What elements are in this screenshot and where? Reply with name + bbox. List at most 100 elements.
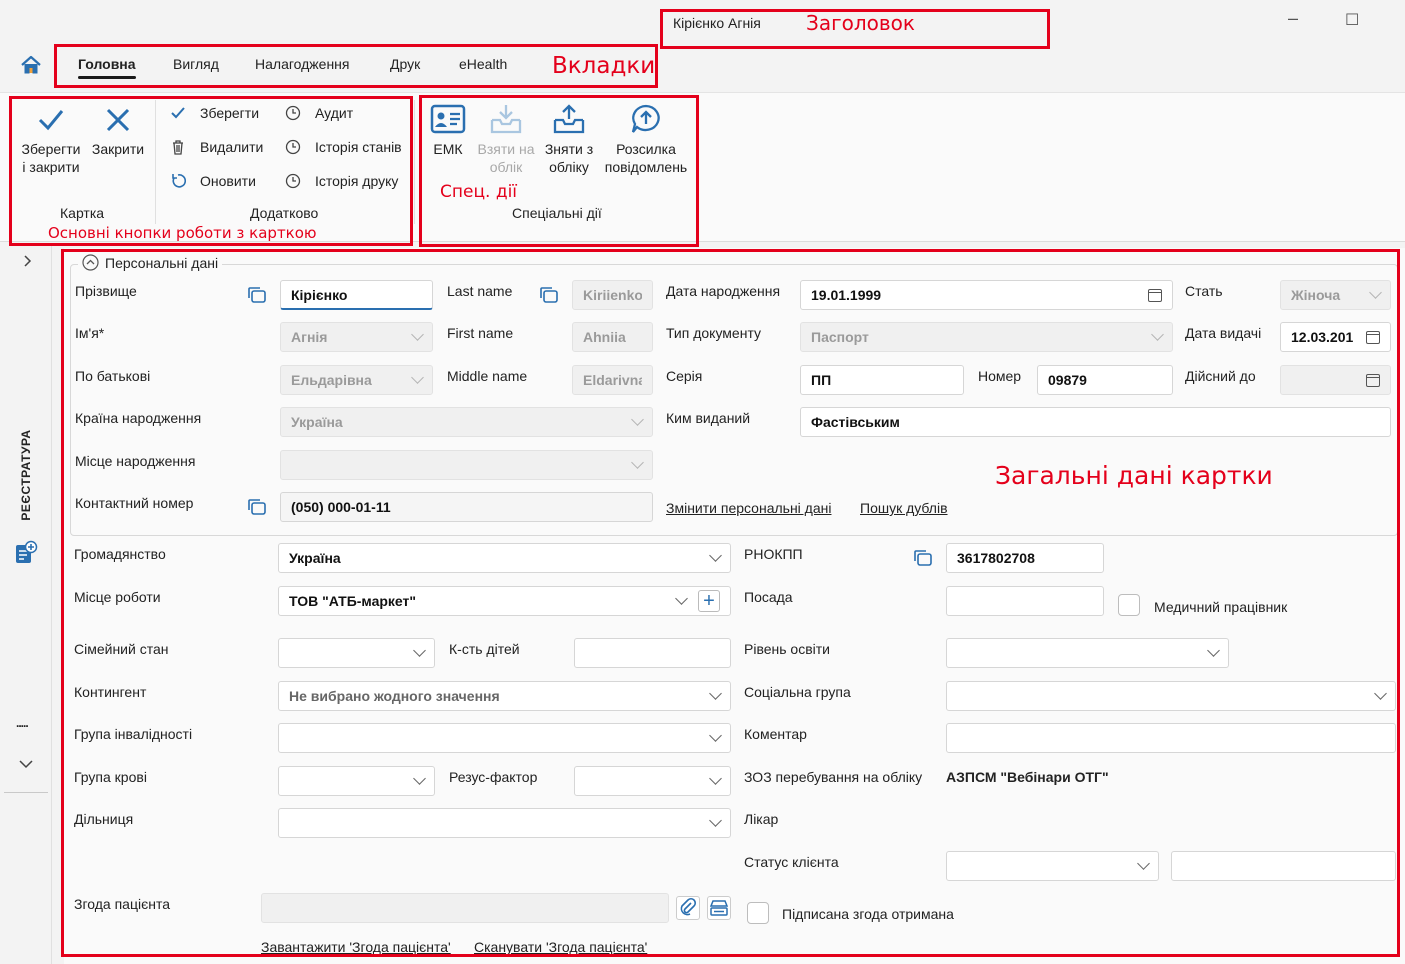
name-select[interactable]: Агнія bbox=[280, 322, 433, 352]
status-extra-input[interactable] bbox=[1171, 851, 1396, 881]
medical-worker-checkbox[interactable] bbox=[1118, 594, 1140, 616]
rnokpp-input[interactable]: 3617802708 bbox=[946, 543, 1104, 573]
citizenship-select[interactable]: Україна bbox=[278, 543, 731, 573]
annotation-general: Загальні дані картки bbox=[995, 461, 1273, 490]
consent-label: Згода пацієнта bbox=[74, 896, 170, 912]
refresh-button[interactable]: Оновити bbox=[170, 173, 256, 189]
change-personal-data-link[interactable]: Змінити персональні дані bbox=[666, 500, 831, 516]
number-label: Номер bbox=[978, 368, 1022, 384]
birth-place-select[interactable] bbox=[280, 450, 653, 480]
issued-by-input[interactable]: Фастівським bbox=[800, 407, 1391, 437]
copy-icon[interactable] bbox=[539, 286, 559, 304]
tab-settings[interactable]: Налагодження bbox=[255, 56, 350, 72]
copy-icon[interactable] bbox=[247, 286, 267, 304]
upload-consent-link[interactable]: Завантажити 'Згода пацієнта' bbox=[261, 939, 451, 955]
work-select[interactable]: ТОВ "АТБ-маркет" + bbox=[278, 586, 731, 616]
close-icon bbox=[106, 108, 130, 132]
minimize-button[interactable]: – bbox=[1288, 8, 1298, 29]
tab-ehealth[interactable]: eHealth bbox=[459, 56, 507, 72]
save-button[interactable]: Зберегти bbox=[170, 105, 259, 121]
contingent-select[interactable]: Не вибрано жодного значення bbox=[278, 681, 731, 711]
issued-by-label: Ким виданий bbox=[666, 410, 751, 426]
remove-from-record-button[interactable]: Зняти з обліку bbox=[538, 104, 600, 176]
delete-button[interactable]: Видалити bbox=[170, 139, 263, 155]
status-label: Статус клієнта bbox=[744, 854, 839, 870]
chevron-right-icon[interactable] bbox=[22, 254, 34, 268]
education-select[interactable] bbox=[946, 638, 1229, 668]
attach-button[interactable] bbox=[676, 896, 700, 920]
blood-select[interactable] bbox=[278, 766, 435, 796]
take-on-record-button[interactable]: Взяти на облік bbox=[474, 104, 538, 176]
add-work-button[interactable]: + bbox=[698, 590, 720, 612]
annotation-special: Спец. дії bbox=[440, 182, 518, 202]
inbox-upload-icon bbox=[553, 104, 585, 134]
home-icon[interactable] bbox=[20, 55, 42, 75]
state-history-label: Історія станів bbox=[315, 139, 402, 155]
print-history-button[interactable]: Історія друку bbox=[285, 173, 398, 189]
marital-select[interactable] bbox=[278, 638, 435, 668]
rh-select[interactable] bbox=[574, 766, 731, 796]
citizenship-label: Громадянство bbox=[74, 546, 166, 562]
tab-home[interactable]: Головна bbox=[78, 56, 136, 79]
print-history-label: Історія друку bbox=[315, 173, 399, 189]
last-name-input[interactable]: Kiriienko bbox=[572, 280, 653, 310]
close-label: Закрити bbox=[91, 141, 145, 157]
children-input[interactable] bbox=[574, 638, 731, 668]
personal-data-header[interactable]: Персональні дані bbox=[78, 254, 223, 271]
position-input[interactable] bbox=[946, 586, 1104, 616]
sidebar-registry[interactable]: РЕЄСТРАТУРА bbox=[18, 428, 34, 528]
first-name-input[interactable]: Ahniia bbox=[572, 322, 653, 352]
state-history-button[interactable]: Історія станів bbox=[285, 139, 402, 155]
annotation-title: Заголовок bbox=[806, 11, 915, 35]
middle-name-input[interactable]: Eldarivna bbox=[572, 365, 653, 395]
scan-consent-link[interactable]: Сканувати 'Згода пацієнта' bbox=[474, 939, 647, 955]
sex-select[interactable]: Жіноча bbox=[1280, 280, 1391, 310]
mailing-button[interactable]: Розсилка повідомлень bbox=[600, 104, 692, 176]
consent-input[interactable] bbox=[261, 893, 669, 923]
scan-button[interactable] bbox=[707, 896, 731, 920]
series-label: Серія bbox=[666, 368, 703, 384]
audit-button[interactable]: Аудит bbox=[285, 105, 353, 121]
social-select[interactable] bbox=[946, 681, 1396, 711]
middle-name-label: Middle name bbox=[447, 368, 528, 384]
surname-input[interactable]: Кірієнко bbox=[280, 280, 433, 310]
copy-icon[interactable] bbox=[913, 549, 933, 567]
ribbon-divider bbox=[414, 100, 415, 224]
chevron-down-icon[interactable] bbox=[18, 758, 34, 770]
title-bar: Кірієнко Агнія – ☐ bbox=[0, 0, 1405, 44]
calendar-icon bbox=[1366, 330, 1380, 344]
valid-until-picker[interactable] bbox=[1280, 365, 1391, 395]
doc-type-label: Тип документу bbox=[666, 325, 762, 341]
inbox-download-icon bbox=[490, 105, 522, 134]
save-close-button[interactable]: Зберегти і закрити bbox=[14, 106, 88, 176]
number-input[interactable]: 09879 bbox=[1037, 365, 1173, 395]
copy-icon[interactable] bbox=[247, 498, 267, 516]
doc-type-select[interactable]: Паспорт bbox=[800, 322, 1173, 352]
tab-view[interactable]: Вигляд bbox=[173, 56, 219, 72]
district-label: Дільниця bbox=[74, 811, 134, 827]
emk-button[interactable]: ЕМК bbox=[426, 104, 470, 158]
issue-date-picker[interactable]: 12.03.201 bbox=[1280, 322, 1391, 352]
find-duplicates-link[interactable]: Пошук дублів bbox=[860, 500, 948, 516]
phone-input[interactable]: (050) 000-01-11 bbox=[280, 492, 653, 522]
patronymic-select[interactable]: Ельдарівна bbox=[280, 365, 433, 395]
status-select[interactable] bbox=[946, 851, 1159, 881]
district-select[interactable] bbox=[278, 808, 731, 838]
signed-consent-checkbox[interactable] bbox=[747, 902, 769, 924]
tab-print[interactable]: Друк bbox=[390, 56, 420, 72]
birth-date-picker[interactable]: 19.01.1999 bbox=[800, 280, 1173, 310]
phone-label: Контактний номер bbox=[75, 495, 194, 511]
rh-label: Резус-фактор bbox=[449, 769, 538, 785]
surname-label: Прізвище bbox=[75, 283, 137, 299]
birth-country-select[interactable]: Україна bbox=[280, 407, 653, 437]
close-button[interactable]: Закрити bbox=[88, 106, 148, 158]
clipboard-add-icon[interactable] bbox=[14, 540, 38, 566]
children-label: К-сть дітей bbox=[449, 641, 520, 657]
sidebar-more[interactable]: ..... bbox=[16, 716, 29, 730]
disability-select[interactable] bbox=[278, 723, 731, 753]
maximize-button[interactable]: ☐ bbox=[1345, 10, 1359, 30]
sidebar-registry-label: РЕЄСТРАТУРА bbox=[19, 429, 33, 521]
doctor-label: Лікар bbox=[744, 811, 779, 827]
comment-input[interactable] bbox=[946, 723, 1396, 753]
series-input[interactable]: ПП bbox=[800, 365, 964, 395]
